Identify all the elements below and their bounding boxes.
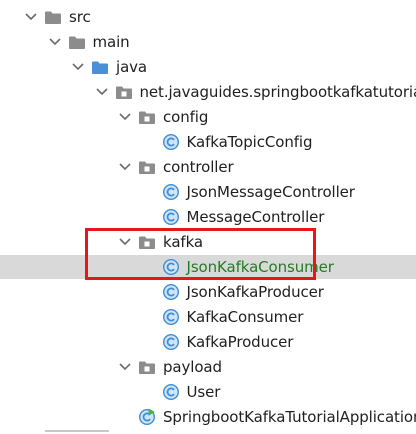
tree-item-package[interactable]: config [0,105,416,129]
tree-item-label: JsonMessageController [186,183,355,201]
tree-item-class[interactable]: SpringbootKafkaTutorialApplication [0,405,416,429]
project-tree: src main java net.javaguides.springbootkafk… [0,0,416,434]
class-icon [162,133,180,151]
tree-item-class[interactable]: MessageController [0,205,416,229]
chevron-down-icon[interactable] [95,80,109,104]
chevron-down-icon[interactable] [48,30,62,54]
scroll-edge [45,430,109,432]
tree-item-label: java [116,58,148,76]
tree-item-label: User [186,383,221,401]
tree-item-folder[interactable]: src [0,5,416,29]
package-icon [138,358,156,376]
class-icon [162,208,180,226]
tree-item-package[interactable]: kafka [0,230,416,254]
tree-item-label: JsonKafkaConsumer [186,258,334,276]
tree-item-package[interactable]: controller [0,155,416,179]
chevron-down-icon[interactable] [118,230,132,254]
runnable-class-icon [138,408,156,426]
tree-item-label: KafkaProducer [186,333,294,351]
class-icon [162,308,180,326]
tree-item-folder[interactable]: java [0,55,416,79]
tree-item-label: controller [163,158,234,176]
tree-item-label: kafka [163,233,204,251]
class-icon [162,183,180,201]
tree-item-label: src [69,8,91,26]
tree-item-label: KafkaTopicConfig [186,133,313,151]
tree-item-folder[interactable]: main [0,30,416,54]
tree-item-label: config [163,108,209,126]
tree-item-class[interactable]: JsonMessageController [0,180,416,204]
package-icon [138,108,156,126]
tree-item-class[interactable]: JsonKafkaConsumer [0,255,416,279]
class-icon [162,333,180,351]
tree-item-package[interactable]: net.javaguides.springbootkafkatutorial [0,80,416,104]
package-icon [138,158,156,176]
chevron-down-icon[interactable] [24,5,38,29]
folder-icon [44,8,62,26]
tree-item-class[interactable]: KafkaProducer [0,330,416,354]
tree-item-class[interactable]: KafkaTopicConfig [0,130,416,154]
class-icon [162,383,180,401]
tree-item-label: main [92,33,130,51]
chevron-down-icon[interactable] [118,355,132,379]
tree-item-class[interactable]: User [0,380,416,404]
package-icon [138,233,156,251]
tree-item-label: payload [163,358,222,376]
tree-item-label: SpringbootKafkaTutorialApplication [163,408,416,426]
chevron-down-icon[interactable] [118,105,132,129]
tree-item-label: KafkaConsumer [186,308,304,326]
class-icon [162,258,180,276]
tree-item-class[interactable]: KafkaConsumer [0,305,416,329]
tree-item-label: net.javaguides.springbootkafkatutorial [139,83,416,101]
folder-icon [68,33,86,51]
chevron-down-icon[interactable] [118,155,132,179]
package-icon [115,83,133,101]
tree-item-label: MessageController [186,208,325,226]
chevron-down-icon[interactable] [71,55,85,79]
tree-item-package[interactable]: payload [0,355,416,379]
tree-item-class[interactable]: JsonKafkaProducer [0,280,416,304]
tree-item-label: JsonKafkaProducer [186,283,324,301]
folder-icon [91,58,109,76]
class-icon [162,283,180,301]
